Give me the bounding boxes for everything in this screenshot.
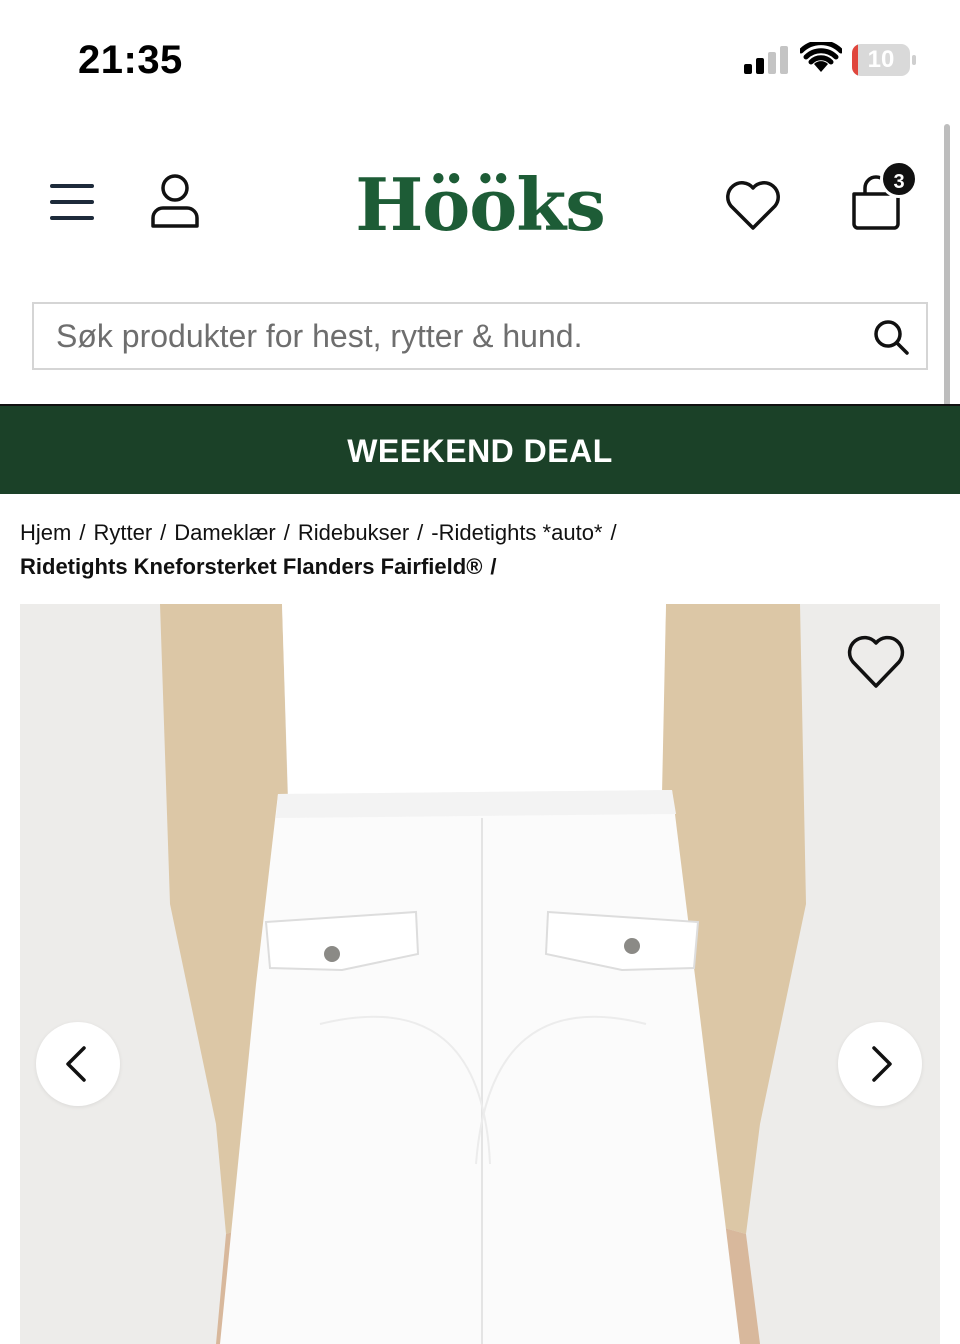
product-image-carousel[interactable] [20,604,940,1344]
breadcrumb-item-hjem[interactable]: Hjem [20,520,71,545]
site-logo[interactable]: Hööks [330,162,630,247]
page-scrollbar[interactable] [944,124,950,432]
breadcrumb-separator: / [417,520,424,545]
battery-body: 10 [852,44,910,76]
carousel-prev-button[interactable] [36,1022,120,1106]
chevron-right-icon [872,1046,892,1082]
breadcrumb-item-ridebukser[interactable]: Ridebukser [298,520,409,545]
search-input[interactable] [56,304,856,368]
breadcrumb-separator: / [160,520,167,545]
breadcrumb-item-rytter[interactable]: Rytter [93,520,152,545]
breadcrumb: Hjem / Rytter / Dameklær / Ridebukser / -Ridetig… [20,516,940,584]
breadcrumb-line: Ridetights Kneforsterket Flanders Fairfi… [20,550,940,584]
battery-icon: 10 [852,44,916,76]
breadcrumb-separator: / [283,520,290,545]
account-icon[interactable] [146,172,204,230]
search-bar [32,302,928,370]
signal-icon [744,46,788,74]
product-photo [20,604,940,1344]
heart-icon[interactable] [846,634,906,690]
breadcrumb-line: Hjem / Rytter / Dameklær / Ridebukser / -Ridetig… [20,516,940,550]
breadcrumb-separator: / [79,520,86,545]
promo-banner[interactable]: WEEKEND DEAL [0,404,960,494]
breadcrumb-separator: / [610,520,617,545]
search-icon[interactable] [872,318,910,356]
breadcrumb-item-ridetights[interactable]: -Ridetights *auto* [431,520,602,545]
breadcrumb-item-dameklaer[interactable]: Dameklær [174,520,275,545]
heart-icon[interactable] [724,180,782,232]
status-bar: 21:35 10 [0,0,960,118]
carousel-next-button[interactable] [838,1022,922,1106]
cart-count-badge: 3 [880,160,918,198]
status-time: 21:35 [78,38,183,82]
breadcrumb-separator: / [490,554,497,579]
site-header: Hööks 3 [0,140,960,280]
breadcrumb-current: Ridetights Kneforsterket Flanders Fairfi… [20,554,483,579]
wifi-icon [800,42,842,72]
promo-text: WEEKEND DEAL [347,433,613,469]
menu-icon[interactable] [46,180,98,224]
cart-button[interactable]: 3 [848,160,920,234]
battery-level: 10 [867,46,895,73]
battery-nub [912,55,916,65]
chevron-left-icon [66,1046,86,1082]
